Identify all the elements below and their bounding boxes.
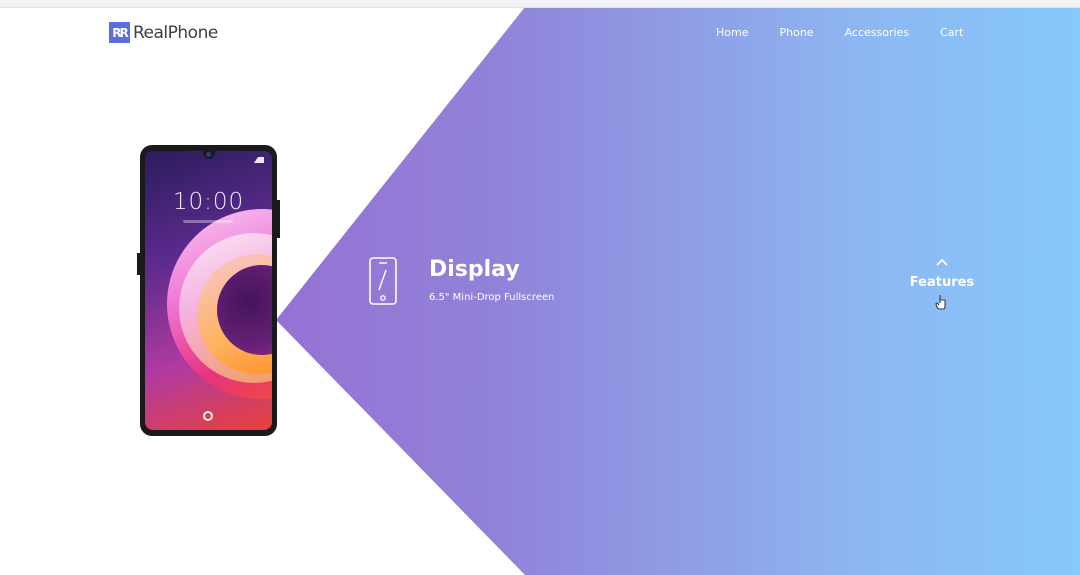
nav-item-phone[interactable]: Phone xyxy=(779,26,813,39)
smartphone-icon xyxy=(368,256,398,310)
home-indicator-icon xyxy=(203,411,213,421)
nav-item-home[interactable]: Home xyxy=(716,26,748,39)
phone-volume-button xyxy=(137,253,140,275)
browser-top-strip xyxy=(0,0,1080,8)
feature-title: Display xyxy=(429,257,520,282)
nav-item-cart[interactable]: Cart xyxy=(940,26,963,39)
logo-mark-icon: RR xyxy=(109,22,130,43)
front-camera-icon xyxy=(206,152,211,157)
brand-logo[interactable]: RR RealPhone xyxy=(109,22,218,43)
lockscreen-time: 10:00 xyxy=(172,189,245,215)
main-nav: Home Phone Accessories Cart xyxy=(716,26,994,39)
signal-icon xyxy=(254,157,264,163)
chevron-up-icon[interactable] xyxy=(935,258,949,267)
features-nav[interactable]: Features xyxy=(905,258,979,310)
pointer-hand-icon xyxy=(935,295,946,310)
nav-item-accessories[interactable]: Accessories xyxy=(845,26,909,39)
lockscreen-date xyxy=(183,220,233,223)
phone-product-image: 10:00 xyxy=(137,145,280,436)
phone-screen: 10:00 xyxy=(145,151,272,430)
phone-notch xyxy=(203,151,215,159)
feature-description: 6.5" Mini-Drop Fullscreen xyxy=(429,292,555,303)
features-label[interactable]: Features xyxy=(905,275,979,290)
brand-name: RealPhone xyxy=(133,22,218,43)
phone-power-button xyxy=(277,200,280,238)
